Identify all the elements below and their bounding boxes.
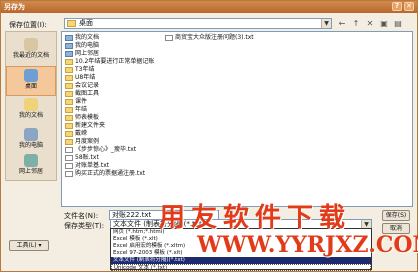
save-as-dialog: 另存为 ? ✕ 保存位置(I): 桌面 ▼ ← ↑ ✕ ▣ ▤ 我最近的文档 桌…	[0, 0, 418, 272]
network-places-icon	[24, 154, 38, 167]
folder-icon	[65, 99, 73, 105]
list-item[interactable]: 网上邻居	[65, 50, 99, 58]
folder-icon	[65, 75, 73, 81]
desktop-folder-icon	[67, 20, 76, 27]
folder-icon	[65, 67, 73, 73]
help-icon[interactable]: ?	[392, 2, 402, 11]
place-desktop[interactable]: 桌面	[6, 66, 56, 96]
views-icon[interactable]: ▤	[393, 19, 403, 29]
save-button[interactable]: 保存(S)	[382, 210, 410, 221]
place-recent[interactable]: 我最近的文档	[6, 36, 56, 66]
list-item[interactable]: 会议记录	[65, 82, 99, 90]
list-item[interactable]: 年结	[65, 106, 87, 114]
list-item[interactable]: 我的文档	[65, 34, 99, 42]
my-documents-icon	[65, 35, 73, 41]
filetype-label: 保存类型(T):	[64, 222, 105, 230]
new-folder-icon[interactable]: ▣	[379, 19, 389, 29]
save-in-select[interactable]: 桌面 ▼	[64, 18, 332, 29]
list-item[interactable]: 课件	[65, 98, 87, 106]
text-file-icon	[165, 35, 173, 41]
text-file-icon	[65, 163, 73, 169]
my-computer-icon	[65, 43, 73, 49]
tools-button[interactable]: 工具(L) ▾	[9, 240, 49, 251]
title-bar: 另存为 ? ✕	[1, 1, 417, 13]
list-item[interactable]: 商贸宝大众版注册问题(3).txt	[165, 34, 254, 42]
folder-icon	[65, 107, 73, 113]
text-file-icon	[65, 155, 73, 161]
file-list[interactable]: 我的文档 我的电脑 网上邻居 10.2年结要进行正常单据记账 T3年结 U8年结…	[61, 31, 413, 207]
list-item[interactable]: 购买正式的票据通注册.txt	[65, 170, 145, 178]
list-item[interactable]: 月度案例	[65, 138, 99, 146]
place-my-documents[interactable]: 我的文档	[6, 96, 56, 126]
save-in-label: 保存位置(I):	[9, 21, 47, 29]
close-icon[interactable]: ✕	[404, 2, 414, 11]
list-item[interactable]: U8年结	[65, 74, 95, 82]
place-network[interactable]: 网上邻居	[6, 152, 56, 182]
back-icon[interactable]: ←	[337, 19, 347, 29]
delete-icon[interactable]: ✕	[365, 19, 375, 29]
list-item[interactable]: T3年结	[65, 66, 94, 74]
list-item[interactable]: 我的电脑	[65, 42, 99, 50]
folder-icon	[65, 83, 73, 89]
places-bar: 我最近的文档 桌面 我的文档 我的电脑 网上邻居	[5, 31, 57, 181]
list-item[interactable]: 新建文件夹	[65, 122, 105, 130]
dropdown-option-selected[interactable]: 文本文件 (制表符分隔)(*.txt)	[111, 257, 371, 264]
watermark-url: WWW.YYRJXZ.COM	[197, 232, 418, 258]
list-item[interactable]: 10.2年结要进行正常单据记账	[65, 58, 154, 66]
text-file-icon	[65, 147, 73, 153]
list-item[interactable]: 58账.txt	[65, 154, 99, 162]
folder-icon	[65, 59, 73, 65]
folder-icon	[65, 131, 73, 137]
up-folder-icon[interactable]: ↑	[351, 19, 361, 29]
text-file-icon	[65, 171, 73, 177]
window-title: 另存为	[4, 3, 25, 11]
network-places-icon	[65, 51, 73, 57]
list-item[interactable]: 《步步惊心》_瘦毕.txt	[65, 146, 136, 154]
desktop-icon	[24, 69, 38, 82]
list-item[interactable]: 戴嵘	[65, 130, 87, 138]
folder-icon	[65, 115, 73, 121]
list-item[interactable]: 对账单基.txt	[65, 162, 109, 170]
filename-label: 文件名(N):	[64, 212, 99, 220]
chevron-down-icon: ▼	[321, 19, 331, 28]
list-item[interactable]: 截图工具	[65, 90, 99, 98]
folder-icon	[65, 139, 73, 145]
dropdown-option[interactable]: Unicode 文本 (*.txt)	[111, 264, 371, 271]
folder-icon	[65, 91, 73, 97]
watermark-title: 用友软件下载	[159, 203, 352, 233]
folder-icon	[65, 123, 73, 129]
recent-docs-icon	[24, 38, 38, 51]
my-documents-icon	[24, 98, 38, 111]
list-item[interactable]: 师表模板	[65, 114, 99, 122]
my-computer-icon	[24, 128, 38, 141]
